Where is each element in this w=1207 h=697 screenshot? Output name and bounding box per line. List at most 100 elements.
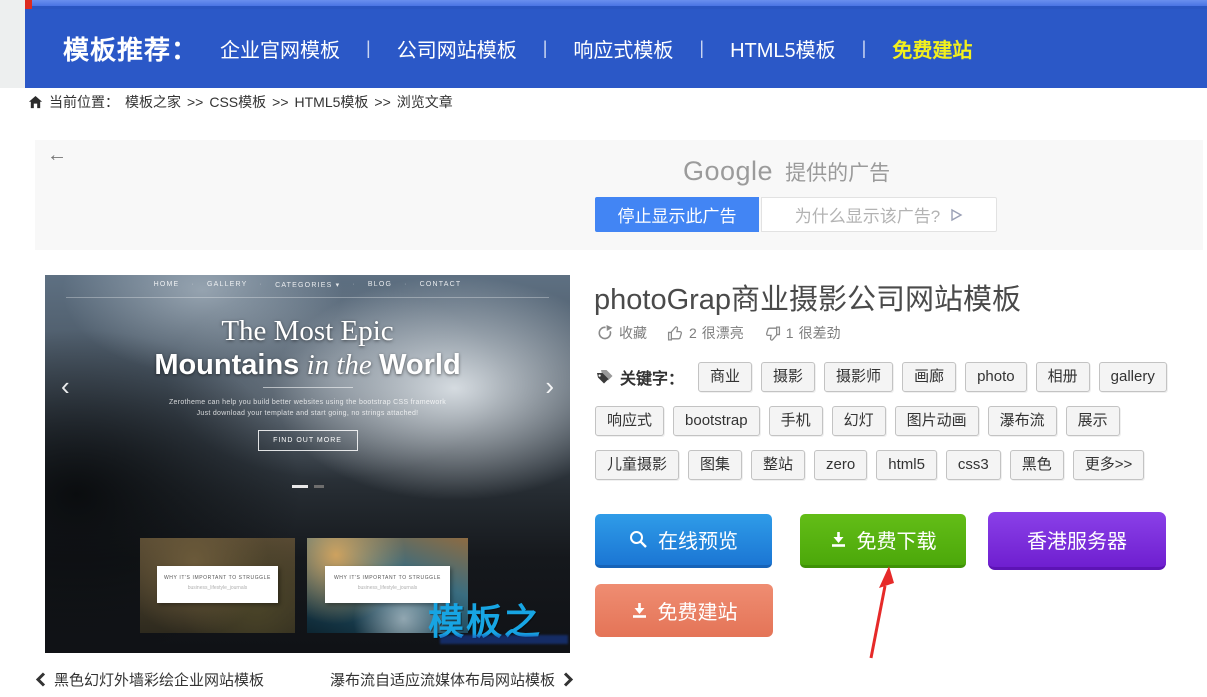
keyword-tag[interactable]: bootstrap: [673, 406, 760, 436]
preview-nav-underline: [66, 297, 549, 298]
preview-nav-gallery: GALLERY: [206, 281, 248, 288]
keyword-tag[interactable]: 摄影师: [824, 362, 894, 392]
preview-mini-nav: HOME · GALLERY · CATEGORIES ▾ · BLOG · CONTA…: [45, 281, 570, 289]
preview-subtitle-line2: Just download your template and start go…: [196, 410, 419, 417]
breadcrumb-sep: >>: [374, 94, 391, 110]
keyword-tag[interactable]: 整站: [751, 450, 806, 480]
hk-server-button[interactable]: 香港服务器: [988, 512, 1166, 570]
ad-back-arrow-icon[interactable]: ←: [47, 144, 67, 167]
keyword-tag[interactable]: 图集: [688, 450, 743, 480]
nav-link-free-site[interactable]: 免费建站: [892, 34, 972, 63]
keyword-tag[interactable]: photo: [965, 362, 1027, 392]
keyword-tag[interactable]: 商业: [698, 362, 753, 392]
dislike-action[interactable]: 1 很差劲: [764, 323, 841, 343]
nav-separator: |: [366, 38, 371, 58]
nav-link-responsive[interactable]: 响应式模板: [573, 34, 673, 63]
like-action[interactable]: 2 很漂亮: [667, 323, 744, 343]
preview-card-forest: WHY IT'S IMPORTANT TO STRUGGLE business_…: [140, 538, 295, 633]
breadcrumb: 当前位置： 模板之家 >> CSS模板 >> HTML5模板 >> 浏览文章: [28, 91, 453, 113]
preview-heading-bold1: Mountains: [154, 349, 300, 381]
keyword-tag[interactable]: 响应式: [595, 406, 665, 436]
download-icon: [632, 603, 646, 618]
nav-link-company[interactable]: 公司网站模板: [397, 34, 517, 63]
next-template-link[interactable]: 瀑布流自适应流媒体布局网站模板: [330, 669, 574, 690]
keyword-tag[interactable]: 幻灯: [831, 406, 886, 436]
nav-link-html5[interactable]: HTML5模板: [730, 34, 836, 63]
dislike-count: 1: [785, 325, 794, 341]
nav-separator: |: [542, 38, 548, 58]
free-site-builder-button[interactable]: 免费建站: [595, 584, 773, 637]
keyword-tag[interactable]: gallery: [1098, 362, 1167, 392]
keyword-tag[interactable]: 摄影: [761, 362, 816, 392]
prev-template-link[interactable]: 黑色幻灯外墙彩绘企业网站模板: [35, 669, 264, 690]
left-gutter: [0, 0, 25, 88]
keyword-tag[interactable]: zero: [814, 450, 868, 480]
keywords-label-text: 关键字：: [620, 371, 685, 388]
top-strip-blue-bar: [32, 0, 1207, 9]
preview-card-title: WHY IT'S IMPORTANT TO STRUGGLE: [163, 575, 271, 581]
thumbs-down-icon: [765, 325, 780, 341]
keyword-tag[interactable]: 展示: [1065, 406, 1120, 436]
keyword-row-3: 儿童摄影 图集 整站 zero html5 css3 黑色 更多>>: [595, 450, 1145, 480]
preview-card-subtitle: business_lifestyle_journals: [357, 585, 418, 591]
preview-nav-home: HOME: [153, 281, 180, 288]
ad-caption: 提供的广告: [785, 162, 891, 185]
keyword-tag[interactable]: 黑色: [1009, 450, 1064, 480]
keywords-label: 关键字：: [595, 365, 684, 389]
breadcrumb-item-home[interactable]: 模板之家: [125, 92, 181, 112]
preview-heading-divider: [262, 387, 353, 388]
more-keywords-link[interactable]: 更多>>: [1072, 450, 1145, 480]
article-stats: 收藏 2 很漂亮 1 很差劲: [597, 323, 841, 343]
preview-heading-1: The Most Epic: [221, 315, 394, 347]
keyword-tag[interactable]: 瀑布流: [987, 406, 1057, 436]
site-watermark-url-blur: [440, 635, 568, 644]
preview-nav-dot: ·: [404, 281, 408, 288]
breadcrumb-item-current: 浏览文章: [396, 94, 453, 110]
favorite-action[interactable]: 收藏: [597, 323, 647, 343]
nav-separator: |: [699, 38, 705, 58]
home-icon[interactable]: [28, 95, 43, 110]
breadcrumb-item-css[interactable]: CSS模板: [209, 92, 266, 112]
keyword-row-2: 响应式 bootstrap 手机 幻灯 图片动画 瀑布流 展示: [595, 406, 1120, 436]
free-download-button[interactable]: 免费下载: [800, 514, 966, 568]
site-watermark: 模板之家: [428, 601, 543, 642]
carousel-dot-active: [291, 485, 308, 488]
stop-showing-ad-button[interactable]: 停止显示此广告: [595, 197, 759, 232]
keyword-tag[interactable]: 图片动画: [894, 406, 979, 436]
preview-card-subtitle: business_lifestyle_journals: [187, 585, 248, 591]
free-site-builder-label: 免费建站: [657, 602, 738, 624]
google-logo-text: Google: [683, 156, 774, 186]
tags-icon: [597, 369, 613, 383]
nav-separator: |: [861, 38, 867, 58]
carousel-prev-icon: ‹: [61, 371, 70, 401]
download-icon: [831, 532, 845, 547]
next-template-label: 瀑布流自适应流媒体布局网站模板: [330, 672, 556, 689]
ad-attribution: Google 提供的广告: [683, 156, 890, 187]
carousel-dots: [291, 485, 324, 488]
why-this-ad-button[interactable]: 为什么显示该广告?: [761, 197, 997, 232]
top-strip: [25, 0, 1207, 9]
preview-card-title: WHY IT'S IMPORTANT TO STRUGGLE: [333, 575, 441, 581]
online-preview-button[interactable]: 在线预览: [595, 514, 772, 568]
share-collect-icon: [598, 325, 613, 340]
preview-subtitle-line1: Zerotheme can help you build better webs…: [168, 399, 447, 406]
keyword-tag[interactable]: 画廊: [902, 362, 957, 392]
keyword-row-1: 关键字： 商业 摄影 摄影师 画廊 photo 相册 gallery: [595, 362, 1167, 392]
breadcrumb-sep: >>: [272, 94, 289, 110]
preview-nav-categories: CATEGORIES ▾: [275, 282, 341, 289]
online-preview-label: 在线预览: [658, 531, 738, 553]
like-label: 很漂亮: [701, 325, 744, 341]
keyword-tag[interactable]: html5: [876, 450, 937, 480]
keyword-tag[interactable]: 手机: [768, 406, 823, 436]
adchoices-icon: [949, 208, 963, 222]
keyword-tag[interactable]: css3: [945, 450, 1001, 480]
template-preview-image[interactable]: HOME · GALLERY · CATEGORIES ▾ · BLOG · CONTA…: [45, 275, 570, 653]
preview-cta-button: FIND OUT MORE: [257, 430, 358, 451]
like-count: 2: [689, 325, 697, 341]
annotation-arrow: [869, 566, 894, 659]
keyword-tag[interactable]: 相册: [1035, 362, 1090, 392]
keyword-tag[interactable]: 儿童摄影: [595, 450, 680, 480]
recommend-nav: 模板推荐： 企业官网模板 | 公司网站模板 | 响应式模板 | HTML5模板 …: [25, 9, 1207, 88]
breadcrumb-item-html5[interactable]: HTML5模板: [295, 92, 369, 112]
nav-link-corporate[interactable]: 企业官网模板: [220, 34, 340, 63]
